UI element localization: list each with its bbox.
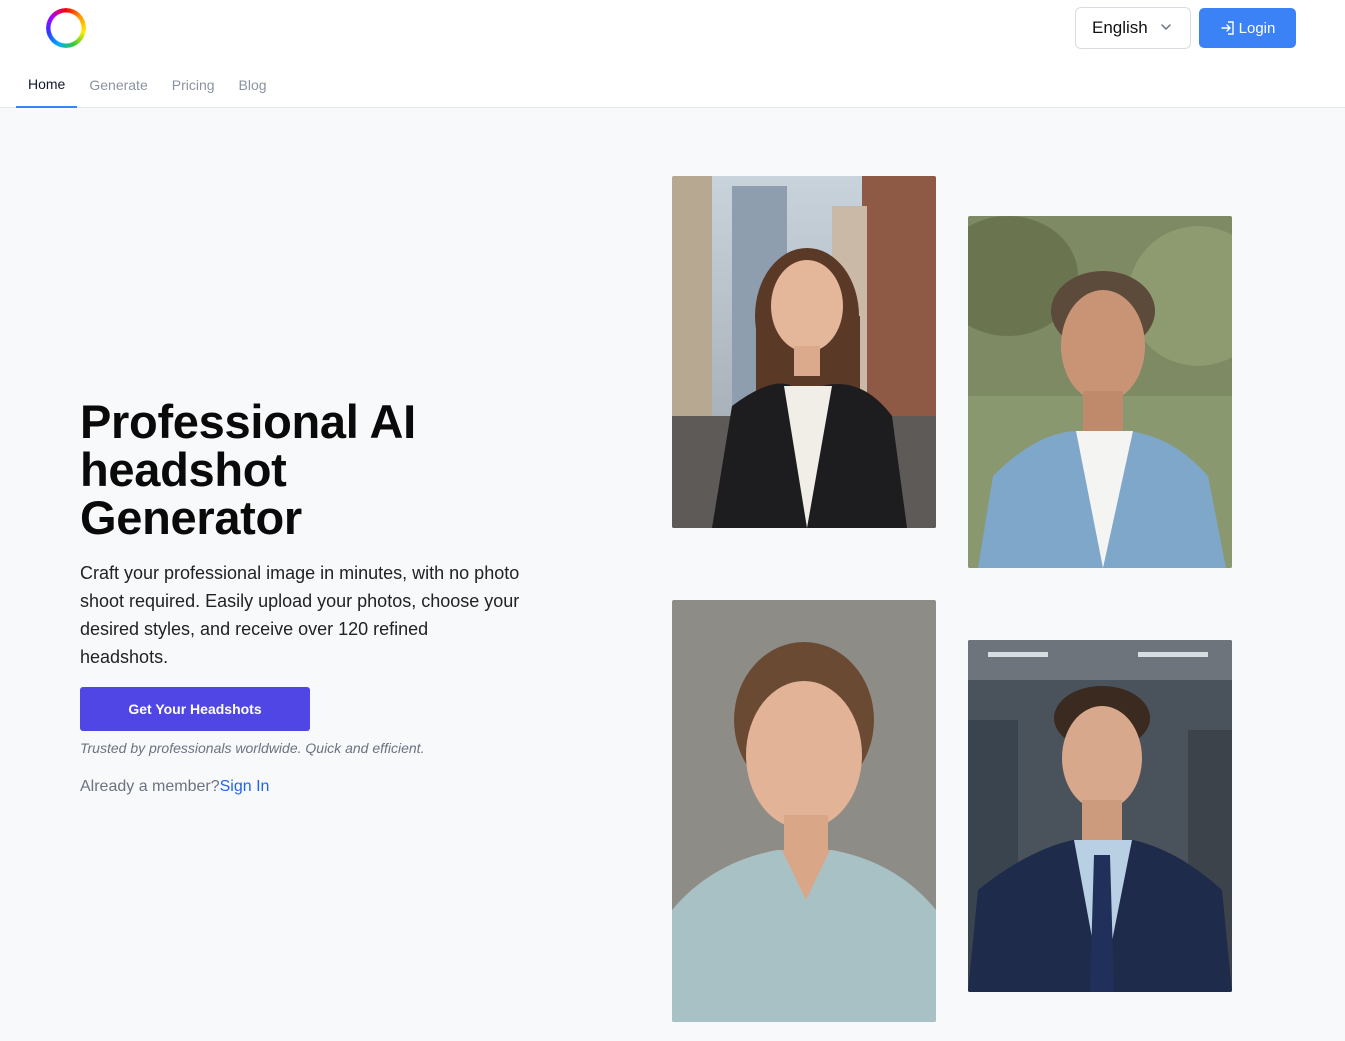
login-button[interactable]: Login — [1199, 8, 1296, 48]
get-headshots-button[interactable]: Get Your Headshots — [80, 687, 310, 731]
tab-pricing[interactable]: Pricing — [160, 62, 227, 108]
language-select-value: English — [1092, 18, 1148, 37]
headshot-photo-man-office — [968, 640, 1232, 992]
sign-in-link[interactable]: Sign In — [220, 778, 270, 795]
logo-ring-icon[interactable] — [46, 8, 86, 48]
hero-title-line-1: Professional AI — [80, 395, 416, 448]
chevron-down-icon — [1161, 24, 1171, 30]
hero-title-line-2: headshot — [80, 443, 287, 496]
member-signin-row: Already a member?Sign In — [80, 778, 269, 796]
login-label: Login — [1238, 19, 1276, 37]
headshot-photo-man-park — [968, 216, 1232, 568]
login-icon — [1220, 21, 1234, 35]
hero-description: Craft your professional image in minutes… — [80, 563, 520, 667]
tab-generate[interactable]: Generate — [77, 62, 159, 108]
hero-title-line-3: Generator — [80, 491, 302, 544]
main-nav-tabs: Home Generate Pricing Blog — [16, 62, 279, 108]
language-select[interactable]: English — [1075, 7, 1191, 49]
headshot-photo-woman-city — [672, 176, 936, 528]
member-prompt: Already a member? — [80, 778, 220, 795]
tab-home[interactable]: Home — [16, 62, 78, 108]
tab-blog[interactable]: Blog — [227, 62, 279, 108]
headshot-photo-woman-studio — [672, 600, 936, 1022]
trust-tagline: Trusted by professionals worldwide. Quic… — [80, 740, 425, 756]
top-header: English Login Home Generate Pricing Blog — [0, 0, 1345, 108]
hero-title: Professional AI headshot Generator — [80, 398, 550, 542]
